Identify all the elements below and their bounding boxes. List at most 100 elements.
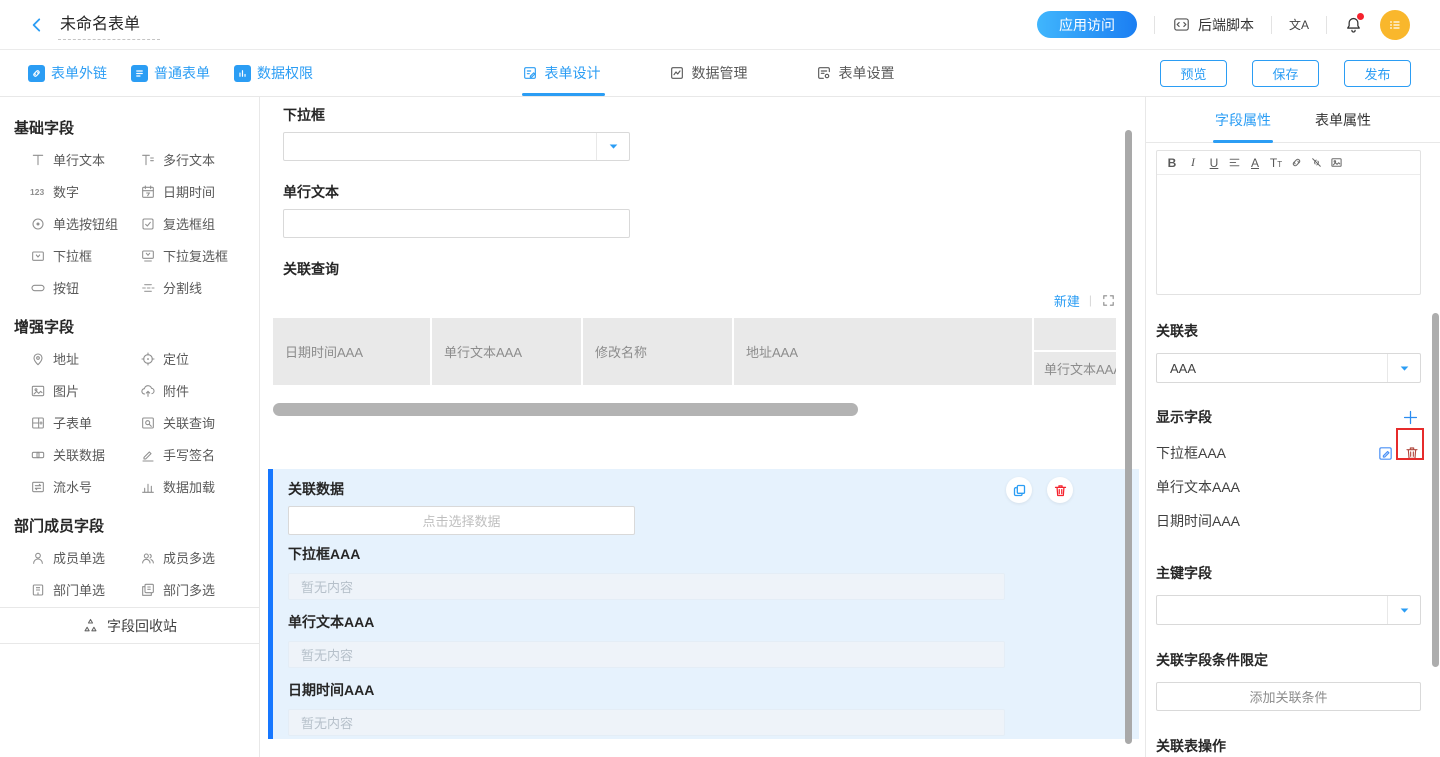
subfield-empty-value: 暂无内容 [288,709,1005,736]
palette-item-multi-select[interactable]: 下拉复选框 [140,246,259,265]
select-suffix[interactable] [1387,596,1420,624]
edit-field-icon[interactable] [1377,445,1394,462]
select-field-input[interactable] [283,132,630,161]
underline-button[interactable]: U [1207,156,1221,170]
insert-image-icon[interactable] [1330,156,1343,169]
select-suffix[interactable] [596,133,629,160]
add-condition-button[interactable]: 添加关联条件 [1156,682,1421,711]
table-column-header[interactable]: 日期时间AAA [273,318,430,385]
bold-button[interactable]: B [1165,156,1179,170]
number-icon: 123 [30,187,46,197]
single-line-text-icon [30,152,46,168]
palette-item-multi-text[interactable]: 多行文本 [140,150,259,169]
palette-item-linked-data[interactable]: 关联数据 [30,445,140,464]
palette-item-image[interactable]: 图片 [30,381,140,400]
add-display-field-icon[interactable] [1401,408,1420,427]
table-horizontal-scrollbar[interactable] [273,403,858,416]
table-column-header[interactable]: 地址AAA [734,318,1032,385]
link-icon[interactable] [1290,156,1303,169]
top-header: 未命名表单 应用访问 后端脚本 文A [0,0,1440,50]
multi-select-icon [140,248,156,264]
panel-vertical-scrollbar[interactable] [1432,313,1439,667]
image-icon [30,383,46,399]
palette-item-select[interactable]: 下拉框 [30,246,140,265]
subfield-label: 单行文本AAA [288,612,1139,632]
palette-item-attachment[interactable]: 附件 [140,381,259,400]
map-pin-icon [30,351,46,367]
subfield-empty-value: 暂无内容 [288,641,1005,668]
fullscreen-icon[interactable] [1101,293,1116,308]
palette-item-button[interactable]: 按钮 [30,278,140,297]
palette-item-member-multi[interactable]: 成员多选 [140,548,259,567]
serial-number-icon [30,479,46,495]
rich-text-editor: B I U A TT [1156,150,1421,295]
field-label-linked-query: 关联查询 [283,261,1144,278]
linked-table-select[interactable]: AAA [1156,353,1421,383]
font-color-button[interactable]: A [1248,156,1262,170]
backend-script-button[interactable]: 后端脚本 [1172,15,1254,35]
delete-field-icon[interactable] [1404,445,1420,461]
palette-item-locate[interactable]: 定位 [140,349,259,368]
table-column-header[interactable]: 单行文本AAA [1034,352,1116,385]
section-title-enhanced: 增强字段 [0,319,259,337]
editor-body[interactable] [1157,175,1420,294]
new-record-link[interactable]: 新建 [1054,291,1080,310]
primary-key-label: 主键字段 [1156,563,1420,583]
tab-form-design[interactable]: 表单设计 [522,50,601,96]
palette-item-dept-multi[interactable]: 部门多选 [140,580,259,599]
primary-key-select[interactable] [1156,595,1421,625]
field-recycle-bin[interactable]: 字段回收站 [0,608,259,644]
palette-item-divider[interactable]: 分割线 [140,278,259,297]
enhanced-fields-grid: 地址 定位 图片 附件 子表单 关联查询 关联数据 手写签名 [30,349,259,496]
palette-item-serial-number[interactable]: 流水号 [30,477,140,496]
unlink-icon[interactable] [1310,156,1323,169]
palette-item-member-single[interactable]: 成员单选 [30,548,140,567]
people-icon [140,550,156,566]
palette-item-linked-query[interactable]: 关联查询 [140,413,259,432]
notification-bell-icon[interactable] [1344,15,1363,34]
copy-field-button[interactable] [1006,477,1032,503]
align-icon[interactable] [1228,156,1241,169]
translate-icon[interactable]: 文A [1289,15,1309,35]
text-field-input[interactable] [283,209,630,238]
divider [1271,16,1272,34]
divider [1154,16,1155,34]
palette-item-number[interactable]: 123 数字 [30,182,140,201]
tab-data-manage[interactable]: 数据管理 [669,50,748,96]
recycle-icon [82,617,99,634]
avatar[interactable] [1380,10,1410,40]
preview-button[interactable]: 预览 [1160,60,1227,87]
palette-item-signature[interactable]: 手写签名 [140,445,259,464]
palette-item-dept-single[interactable]: 部门单选 [30,580,140,599]
linked-query-icon [140,415,156,431]
tab-form-properties[interactable]: 表单属性 [1315,97,1371,143]
table-column-header[interactable]: 单行文本AAA [432,318,581,385]
palette-item-data-load[interactable]: 数据加载 [140,477,259,496]
palette-item-checkbox-group[interactable]: 复选框组 [140,214,259,233]
save-button[interactable]: 保存 [1252,60,1319,87]
palette-item-subform[interactable]: 子表单 [30,413,140,432]
form-toolbar: 表单外链 普通表单 数据权限 表单设计 [0,50,1440,97]
palette-item-radio-group[interactable]: 单选按钮组 [30,214,140,233]
tab-form-settings-label: 表单设置 [839,63,895,83]
table-column-overflow: 单行文本AAA [1034,318,1116,385]
tab-field-properties[interactable]: 字段属性 [1215,97,1271,143]
linked-data-block-selected[interactable]: 关联数据 点击选择数据 下拉框AAA 暂无内容 单行文本AAA 暂无内容 日期时… [268,469,1139,739]
palette-item-single-text[interactable]: 单行文本 [30,150,140,169]
table-column-header[interactable]: 修改名称 [583,318,732,385]
select-suffix[interactable] [1387,354,1420,382]
delete-field-button[interactable] [1047,477,1073,503]
form-title[interactable]: 未命名表单 [58,10,160,40]
font-size-button[interactable]: TT [1269,156,1283,170]
canvas-vertical-scrollbar[interactable] [1125,130,1132,744]
back-icon[interactable] [28,16,46,34]
field-palette-sidebar: 基础字段 单行文本 多行文本 123 数字 日期时间 单选按钮组 复选框组 [0,97,260,757]
app-access-button[interactable]: 应用访问 [1037,11,1137,38]
palette-item-address[interactable]: 地址 [30,349,140,368]
data-picker-input[interactable]: 点击选择数据 [288,506,635,535]
publish-button[interactable]: 发布 [1344,60,1411,87]
display-fields-header: 显示字段 [1156,407,1420,427]
tab-form-settings[interactable]: 表单设置 [816,50,895,96]
palette-item-datetime[interactable]: 日期时间 [140,182,259,201]
italic-button[interactable]: I [1186,155,1200,170]
